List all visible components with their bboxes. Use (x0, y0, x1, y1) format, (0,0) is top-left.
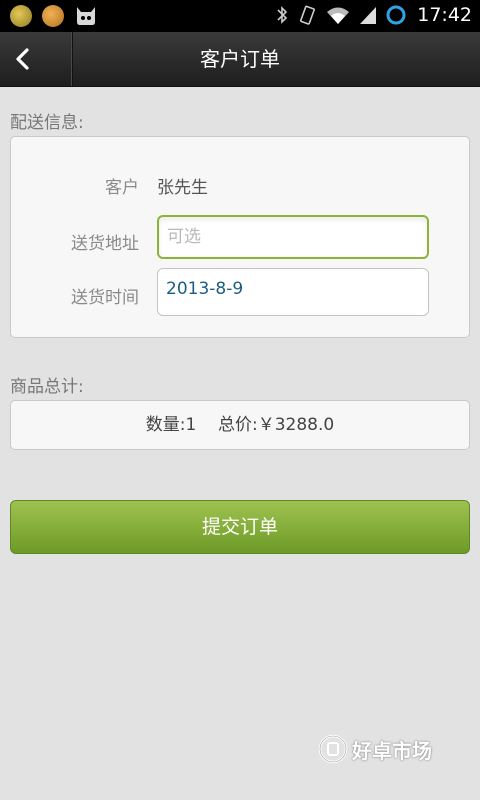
delivery-section-label: 配送信息: (10, 113, 84, 133)
submit-order-button[interactable]: 提交订单 (10, 500, 470, 554)
wifi-icon (325, 4, 351, 26)
vibrate-icon (297, 4, 317, 26)
signal-icon (359, 4, 377, 26)
notification-orange-icon (42, 5, 64, 27)
address-field[interactable] (157, 215, 429, 259)
market-logo-icon (318, 734, 348, 764)
quantity-value: 1 (185, 415, 197, 435)
customer-label: 客户 (105, 178, 139, 198)
quantity-label: 数量: (145, 415, 186, 435)
battery-ring-icon (385, 4, 407, 26)
total-label: 总价: (217, 415, 258, 435)
watermark: 好卓市场 (318, 734, 432, 764)
cyanogen-cat-icon (74, 5, 98, 27)
back-button[interactable] (0, 32, 73, 86)
address-label: 送货地址 (71, 234, 139, 254)
delivery-time-field[interactable]: 2013-8-9 (157, 268, 429, 316)
bluetooth-icon (275, 4, 289, 26)
notification-green-icon (10, 5, 32, 27)
summary-card: 数量:1 总价:￥3288.0 (10, 400, 470, 450)
address-input[interactable] (167, 217, 419, 257)
clock: 17:42 (417, 4, 472, 26)
action-bar: 客户订单 (0, 32, 480, 87)
chevron-left-icon (16, 48, 29, 70)
time-label: 送货时间 (71, 288, 139, 308)
delivery-time-value: 2013-8-9 (166, 279, 244, 299)
status-bar: 17:42 (0, 0, 480, 32)
customer-value: 张先生 (157, 178, 208, 198)
summary-section-label: 商品总计: (10, 377, 84, 397)
total-value: ￥3288.0 (257, 415, 335, 435)
delivery-card: 客户 张先生 送货地址 送货时间 2013-8-9 (10, 136, 470, 338)
watermark-text: 好卓市场 (352, 738, 432, 763)
